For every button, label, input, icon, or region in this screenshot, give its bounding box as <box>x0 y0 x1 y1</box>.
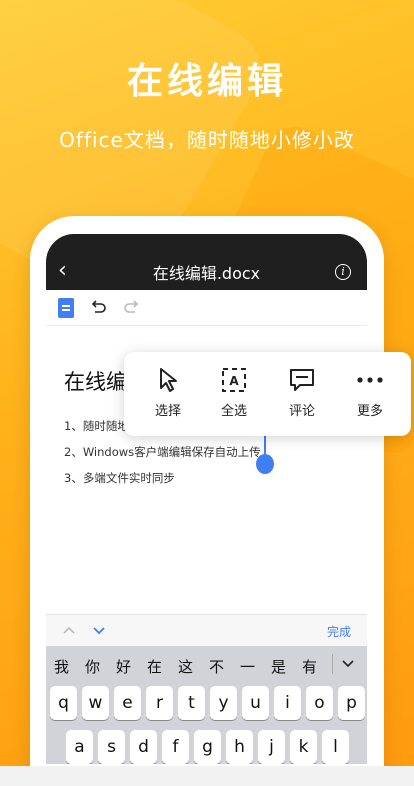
redo-icon[interactable] <box>122 298 140 316</box>
divider <box>332 654 333 674</box>
key[interactable]: d <box>130 730 157 764</box>
cursor-icon <box>160 368 177 392</box>
document-line: 3、多端文件实时同步 <box>64 471 175 485</box>
comment-icon <box>290 369 314 391</box>
key[interactable]: t <box>178 686 205 720</box>
undo-icon[interactable] <box>90 298 108 316</box>
svg-text:A: A <box>229 374 239 388</box>
key[interactable]: s <box>98 730 125 764</box>
key[interactable]: k <box>290 730 317 764</box>
key[interactable]: q <box>50 686 77 720</box>
cursor-handle[interactable] <box>256 454 274 474</box>
key[interactable]: g <box>194 730 221 764</box>
comment-button[interactable]: 评论 <box>272 366 332 419</box>
bottom-strip <box>0 766 414 786</box>
candidate-word[interactable]: 不 <box>209 656 224 677</box>
key[interactable]: u <box>242 686 269 720</box>
more-icon <box>357 377 383 383</box>
key[interactable]: p <box>338 686 365 720</box>
chevron-up-icon[interactable] <box>62 623 76 637</box>
key[interactable]: l <box>322 730 349 764</box>
comment-label: 评论 <box>288 404 315 419</box>
key[interactable]: w <box>82 686 109 720</box>
key[interactable]: e <box>114 686 141 720</box>
more-label: 更多 <box>356 404 383 419</box>
candidate-word[interactable]: 有 <box>302 656 317 677</box>
hero-title: 在线编辑 <box>126 61 287 102</box>
document-line: 1、随时随地 <box>64 419 129 433</box>
select-all-button[interactable]: A 全选 <box>204 366 264 419</box>
candidate-word[interactable]: 你 <box>85 656 100 677</box>
title-bar: ‹ 在线编辑.docx i <box>46 234 367 290</box>
document-title: 在线编辑.docx <box>152 264 261 283</box>
phone-screen: ‹ 在线编辑.docx i 在线编 1、随时随地 2、Windows客户端编辑保… <box>46 234 367 764</box>
edit-toolbar <box>46 290 367 326</box>
context-menu: 选择 A 全选 评论 更多 <box>124 352 411 436</box>
key[interactable]: a <box>66 730 93 764</box>
candidate-word[interactable]: 一 <box>240 656 255 677</box>
select-all-label: 全选 <box>220 404 247 419</box>
document-line: 2、Windows客户端编辑保存自动上传 <box>64 445 261 459</box>
more-button[interactable]: 更多 <box>340 366 400 419</box>
candidate-row: 我 你 好 在 这 不 一 是 有 <box>46 646 367 682</box>
select-all-icon: A <box>222 368 246 392</box>
candidate-word[interactable]: 我 <box>54 656 69 677</box>
hero-subtitle: Office文档，随时随地小修小改 <box>59 128 355 152</box>
select-label: 选择 <box>154 404 181 419</box>
done-button[interactable]: 完成 <box>327 623 351 640</box>
candidate-word[interactable]: 好 <box>116 656 131 677</box>
key[interactable]: i <box>274 686 301 720</box>
key[interactable]: y <box>210 686 237 720</box>
document-heading: 在线编 <box>64 370 127 394</box>
info-icon[interactable]: i <box>335 264 351 280</box>
candidate-word[interactable]: 这 <box>178 656 193 677</box>
select-button[interactable]: 选择 <box>138 366 198 419</box>
keyboard: 我 你 好 在 这 不 一 是 有 q w e r t y u i o p a … <box>46 646 367 764</box>
keyboard-accessory-bar: 完成 <box>46 614 367 646</box>
key[interactable]: f <box>162 730 189 764</box>
key[interactable]: h <box>226 730 253 764</box>
chevron-down-icon[interactable] <box>92 623 106 637</box>
doc-icon[interactable] <box>58 298 74 318</box>
key[interactable]: r <box>146 686 173 720</box>
candidate-word[interactable]: 在 <box>147 656 162 677</box>
chevron-down-icon[interactable] <box>341 658 355 670</box>
key[interactable]: o <box>306 686 333 720</box>
candidate-word[interactable]: 是 <box>271 656 286 677</box>
key[interactable]: j <box>258 730 285 764</box>
